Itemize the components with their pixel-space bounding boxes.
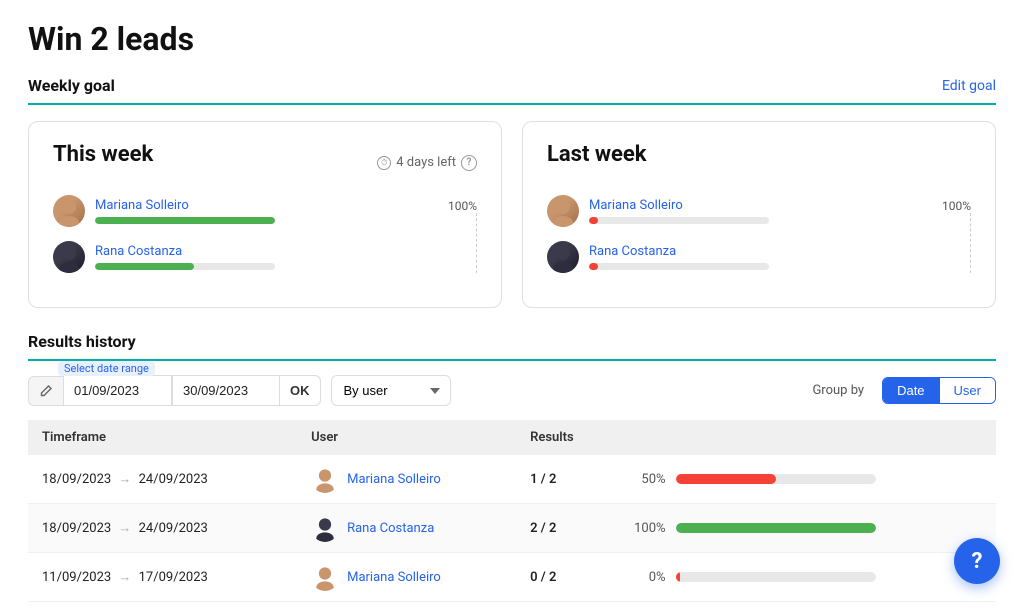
results-history-title: Results history (28, 332, 136, 351)
cell-results: 2 / 2 (516, 504, 615, 553)
this-week-card: This week ⏱ 4 days left ? Mariana Solle (28, 121, 502, 308)
progress-fill-mariana-last-week (589, 217, 598, 224)
user-name-mariana-last-week[interactable]: Mariana Solleiro (589, 198, 925, 213)
col-results: Results (516, 420, 615, 455)
last-week-percent-label: 100% (933, 199, 971, 213)
cell-timeframe: 11/09/2023 → 17/09/2023 (28, 553, 297, 602)
weekly-goal-title: Weekly goal (28, 76, 115, 95)
date-ok-button[interactable]: OK (280, 375, 321, 406)
last-week-percent-col: 100% (933, 195, 971, 273)
avatar (311, 563, 339, 591)
pencil-icon (39, 384, 53, 398)
date-end-input[interactable] (172, 375, 280, 406)
last-week-progress-area: Mariana Solleiro Rana Costanza (547, 195, 971, 287)
cell-timeframe: 18/09/2023 → 24/09/2023 (28, 455, 297, 504)
this-week-progress-col: Mariana Solleiro Rana Costanza (53, 195, 431, 287)
result-bar-bg (676, 523, 876, 533)
group-by-label: Group by (812, 383, 864, 398)
user-info-mariana-this-week: Mariana Solleiro (95, 198, 431, 224)
last-week-user-row-2: Rana Costanza (547, 241, 925, 273)
progress-bar-mariana-last-week (589, 217, 769, 224)
this-week-title: This week (53, 142, 153, 167)
avatar-rana-this-week (53, 241, 85, 273)
user-info-rana-this-week: Rana Costanza (95, 244, 431, 270)
results-table: Timeframe User Results 18/09/2023 → 24/0… (28, 420, 996, 602)
last-week-progress-col: Mariana Solleiro Rana Costanza (547, 195, 925, 287)
cell-bar: 100% (616, 504, 996, 553)
cell-user: Mariana Solleiro (297, 455, 516, 504)
results-history-header: Results history (28, 332, 996, 361)
avatar (311, 465, 339, 493)
help-fab-button[interactable]: ? (954, 538, 1000, 584)
this-week-user-row-2: Rana Costanza (53, 241, 431, 273)
filters-row: Select date range OK By user By date Gro… (28, 375, 996, 406)
cell-bar: 50% (616, 455, 996, 504)
this-week-user-row-1: Mariana Solleiro (53, 195, 431, 227)
user-info-mariana-last-week: Mariana Solleiro (589, 198, 925, 224)
avatar (311, 514, 339, 542)
results-table-head: Timeframe User Results (28, 420, 996, 455)
last-week-title: Last week (547, 142, 647, 167)
group-by-date-button[interactable]: Date (883, 378, 939, 403)
last-week-user-row-1: Mariana Solleiro (547, 195, 925, 227)
last-week-card-header: Last week (547, 142, 971, 183)
progress-fill-rana-this-week (95, 263, 194, 270)
avatar-rana-last-week (547, 241, 579, 273)
cell-user: Rana Costanza (297, 504, 516, 553)
user-name-rana-this-week[interactable]: Rana Costanza (95, 244, 431, 259)
date-range-container: Select date range OK (28, 375, 321, 406)
user-info-rana-last-week: Rana Costanza (589, 244, 925, 270)
result-bar-bg (676, 474, 876, 484)
avatar-mariana-last-week (547, 195, 579, 227)
user-name-rana-last-week[interactable]: Rana Costanza (589, 244, 925, 259)
group-by-buttons: Date User (882, 377, 996, 404)
col-timeframe: Timeframe (28, 420, 297, 455)
table-row: 18/09/2023 → 24/09/2023 Mariana Solleiro… (28, 455, 996, 504)
cell-results: 0 / 2 (516, 553, 615, 602)
help-icon-this-week[interactable]: ? (461, 155, 477, 171)
group-by-user-button[interactable]: User (940, 378, 995, 403)
cell-bar: 0% (616, 553, 996, 602)
result-bar-fill (676, 523, 876, 533)
user-name[interactable]: Mariana Solleiro (347, 472, 441, 487)
results-table-body: 18/09/2023 → 24/09/2023 Mariana Solleiro… (28, 455, 996, 602)
cell-timeframe: 18/09/2023 → 24/09/2023 (28, 504, 297, 553)
result-bar-fill (676, 572, 680, 582)
filter-by-dropdown[interactable]: By user By date (331, 375, 451, 406)
clock-icon: ⏱ (377, 156, 391, 170)
result-bar-bg (676, 572, 876, 582)
edit-goal-link[interactable]: Edit goal (942, 78, 996, 94)
cell-results: 1 / 2 (516, 455, 615, 504)
progress-fill-rana-last-week (589, 263, 598, 270)
progress-bar-rana-this-week (95, 263, 275, 270)
user-name[interactable]: Mariana Solleiro (347, 570, 441, 585)
table-row: 18/09/2023 → 24/09/2023 Rana Costanza 2 … (28, 504, 996, 553)
days-left: ⏱ 4 days left ? (377, 155, 477, 171)
date-range-label: Select date range (58, 361, 155, 376)
help-fab-icon: ? (972, 549, 983, 574)
cell-user: Mariana Solleiro (297, 553, 516, 602)
last-week-card: Last week Mariana Solleiro (522, 121, 996, 308)
hundred-line-this-week (476, 213, 477, 273)
col-user: User (297, 420, 516, 455)
this-week-card-header: This week ⏱ 4 days left ? (53, 142, 477, 183)
weekly-goal-header: Weekly goal Edit goal (28, 76, 996, 105)
this-week-percent-col: 100% (439, 195, 477, 273)
hundred-line-last-week (970, 213, 971, 273)
avatar-mariana-this-week (53, 195, 85, 227)
user-name[interactable]: Rana Costanza (347, 521, 434, 536)
result-bar-fill (676, 474, 776, 484)
cards-row: This week ⏱ 4 days left ? Mariana Solle (28, 121, 996, 308)
this-week-progress-area: Mariana Solleiro Rana Costanza (53, 195, 477, 287)
date-range-edit-button[interactable] (28, 376, 64, 406)
this-week-percent-label: 100% (439, 199, 477, 213)
col-bar (616, 420, 996, 455)
page-title: Win 2 leads (28, 20, 996, 58)
progress-fill-mariana-this-week (95, 217, 275, 224)
date-start-input[interactable] (64, 375, 172, 406)
user-name-mariana-this-week[interactable]: Mariana Solleiro (95, 198, 431, 213)
table-row: 11/09/2023 → 17/09/2023 Mariana Solleiro… (28, 553, 996, 602)
progress-bar-mariana-this-week (95, 217, 275, 224)
progress-bar-rana-last-week (589, 263, 769, 270)
